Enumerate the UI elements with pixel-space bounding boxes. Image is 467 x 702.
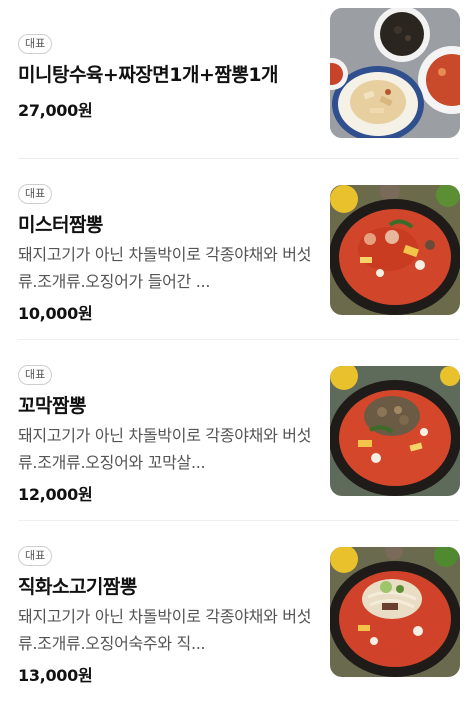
menu-item[interactable]: 대표 직화소고기짬뽕 돼지고기가 아닌 차돌박이로 각종야채와 버섯류.조개류.… bbox=[0, 521, 467, 702]
menu-list: 대표 미니탕수육+짜장면1개+짬뽕1개 27,000원 대표 미스터짬뽕 돼지고… bbox=[0, 0, 467, 702]
menu-item-name: 직화소고기짬뽕 bbox=[18, 576, 137, 598]
menu-item[interactable]: 대표 미니탕수육+짜장면1개+짬뽕1개 27,000원 bbox=[0, 0, 467, 159]
menu-item[interactable]: 대표 미스터짬뽕 돼지고기가 아닌 차돌박이로 각종야채와 버섯류.조개류.오징… bbox=[0, 159, 467, 340]
menu-item-price: 27,000원 bbox=[18, 101, 93, 120]
menu-item-description: 돼지고기가 아닌 차돌박이로 각종야채와 버섯류.조개류.오징어숙주와 직... bbox=[18, 607, 312, 653]
food-photo-cockle-jjamppong-icon[interactable] bbox=[330, 366, 460, 496]
menu-item-name: 미스터짬뽕 bbox=[18, 214, 103, 236]
menu-item-name: 미니탕수육+짜장면1개+짬뽕1개 bbox=[18, 64, 279, 86]
menu-item-text: 대표 직화소고기짬뽕 돼지고기가 아닌 차돌박이로 각종야채와 버섯류.조개류.… bbox=[18, 544, 313, 686]
menu-item[interactable]: 대표 꼬막짬뽕 돼지고기가 아닌 차돌박이로 각종야채와 버섯류.조개류.오징어… bbox=[0, 340, 467, 521]
menu-item-price: 13,000원 bbox=[18, 666, 93, 685]
menu-item-price: 10,000원 bbox=[18, 304, 93, 323]
food-photo-beef-jjamppong-icon[interactable] bbox=[330, 547, 460, 677]
menu-item-description: 돼지고기가 아닌 차돌박이로 각종야채와 버섯류.조개류.오징어와 꼬막살... bbox=[18, 426, 312, 472]
menu-item-text: 대표 꼬막짬뽕 돼지고기가 아닌 차돌박이로 각종야채와 버섯류.조개류.오징어… bbox=[18, 363, 313, 505]
representative-badge: 대표 bbox=[18, 365, 53, 385]
food-photo-jjamppong-icon[interactable] bbox=[330, 185, 460, 315]
menu-item-text: 대표 미니탕수육+짜장면1개+짬뽕1개 27,000원 bbox=[18, 32, 313, 121]
menu-item-description: 돼지고기가 아닌 차돌박이로 각종야채와 버섯류.조개류.오징어가 들어간 ..… bbox=[18, 245, 312, 291]
menu-item-price: 12,000원 bbox=[18, 485, 93, 504]
representative-badge: 대표 bbox=[18, 546, 53, 566]
representative-badge: 대표 bbox=[18, 184, 53, 204]
food-photo-sweet-sour-pork-set-icon[interactable] bbox=[330, 8, 460, 138]
representative-badge: 대표 bbox=[18, 34, 53, 54]
menu-item-name: 꼬막짬뽕 bbox=[18, 395, 86, 417]
menu-item-text: 대표 미스터짬뽕 돼지고기가 아닌 차돌박이로 각종야채와 버섯류.조개류.오징… bbox=[18, 182, 313, 324]
